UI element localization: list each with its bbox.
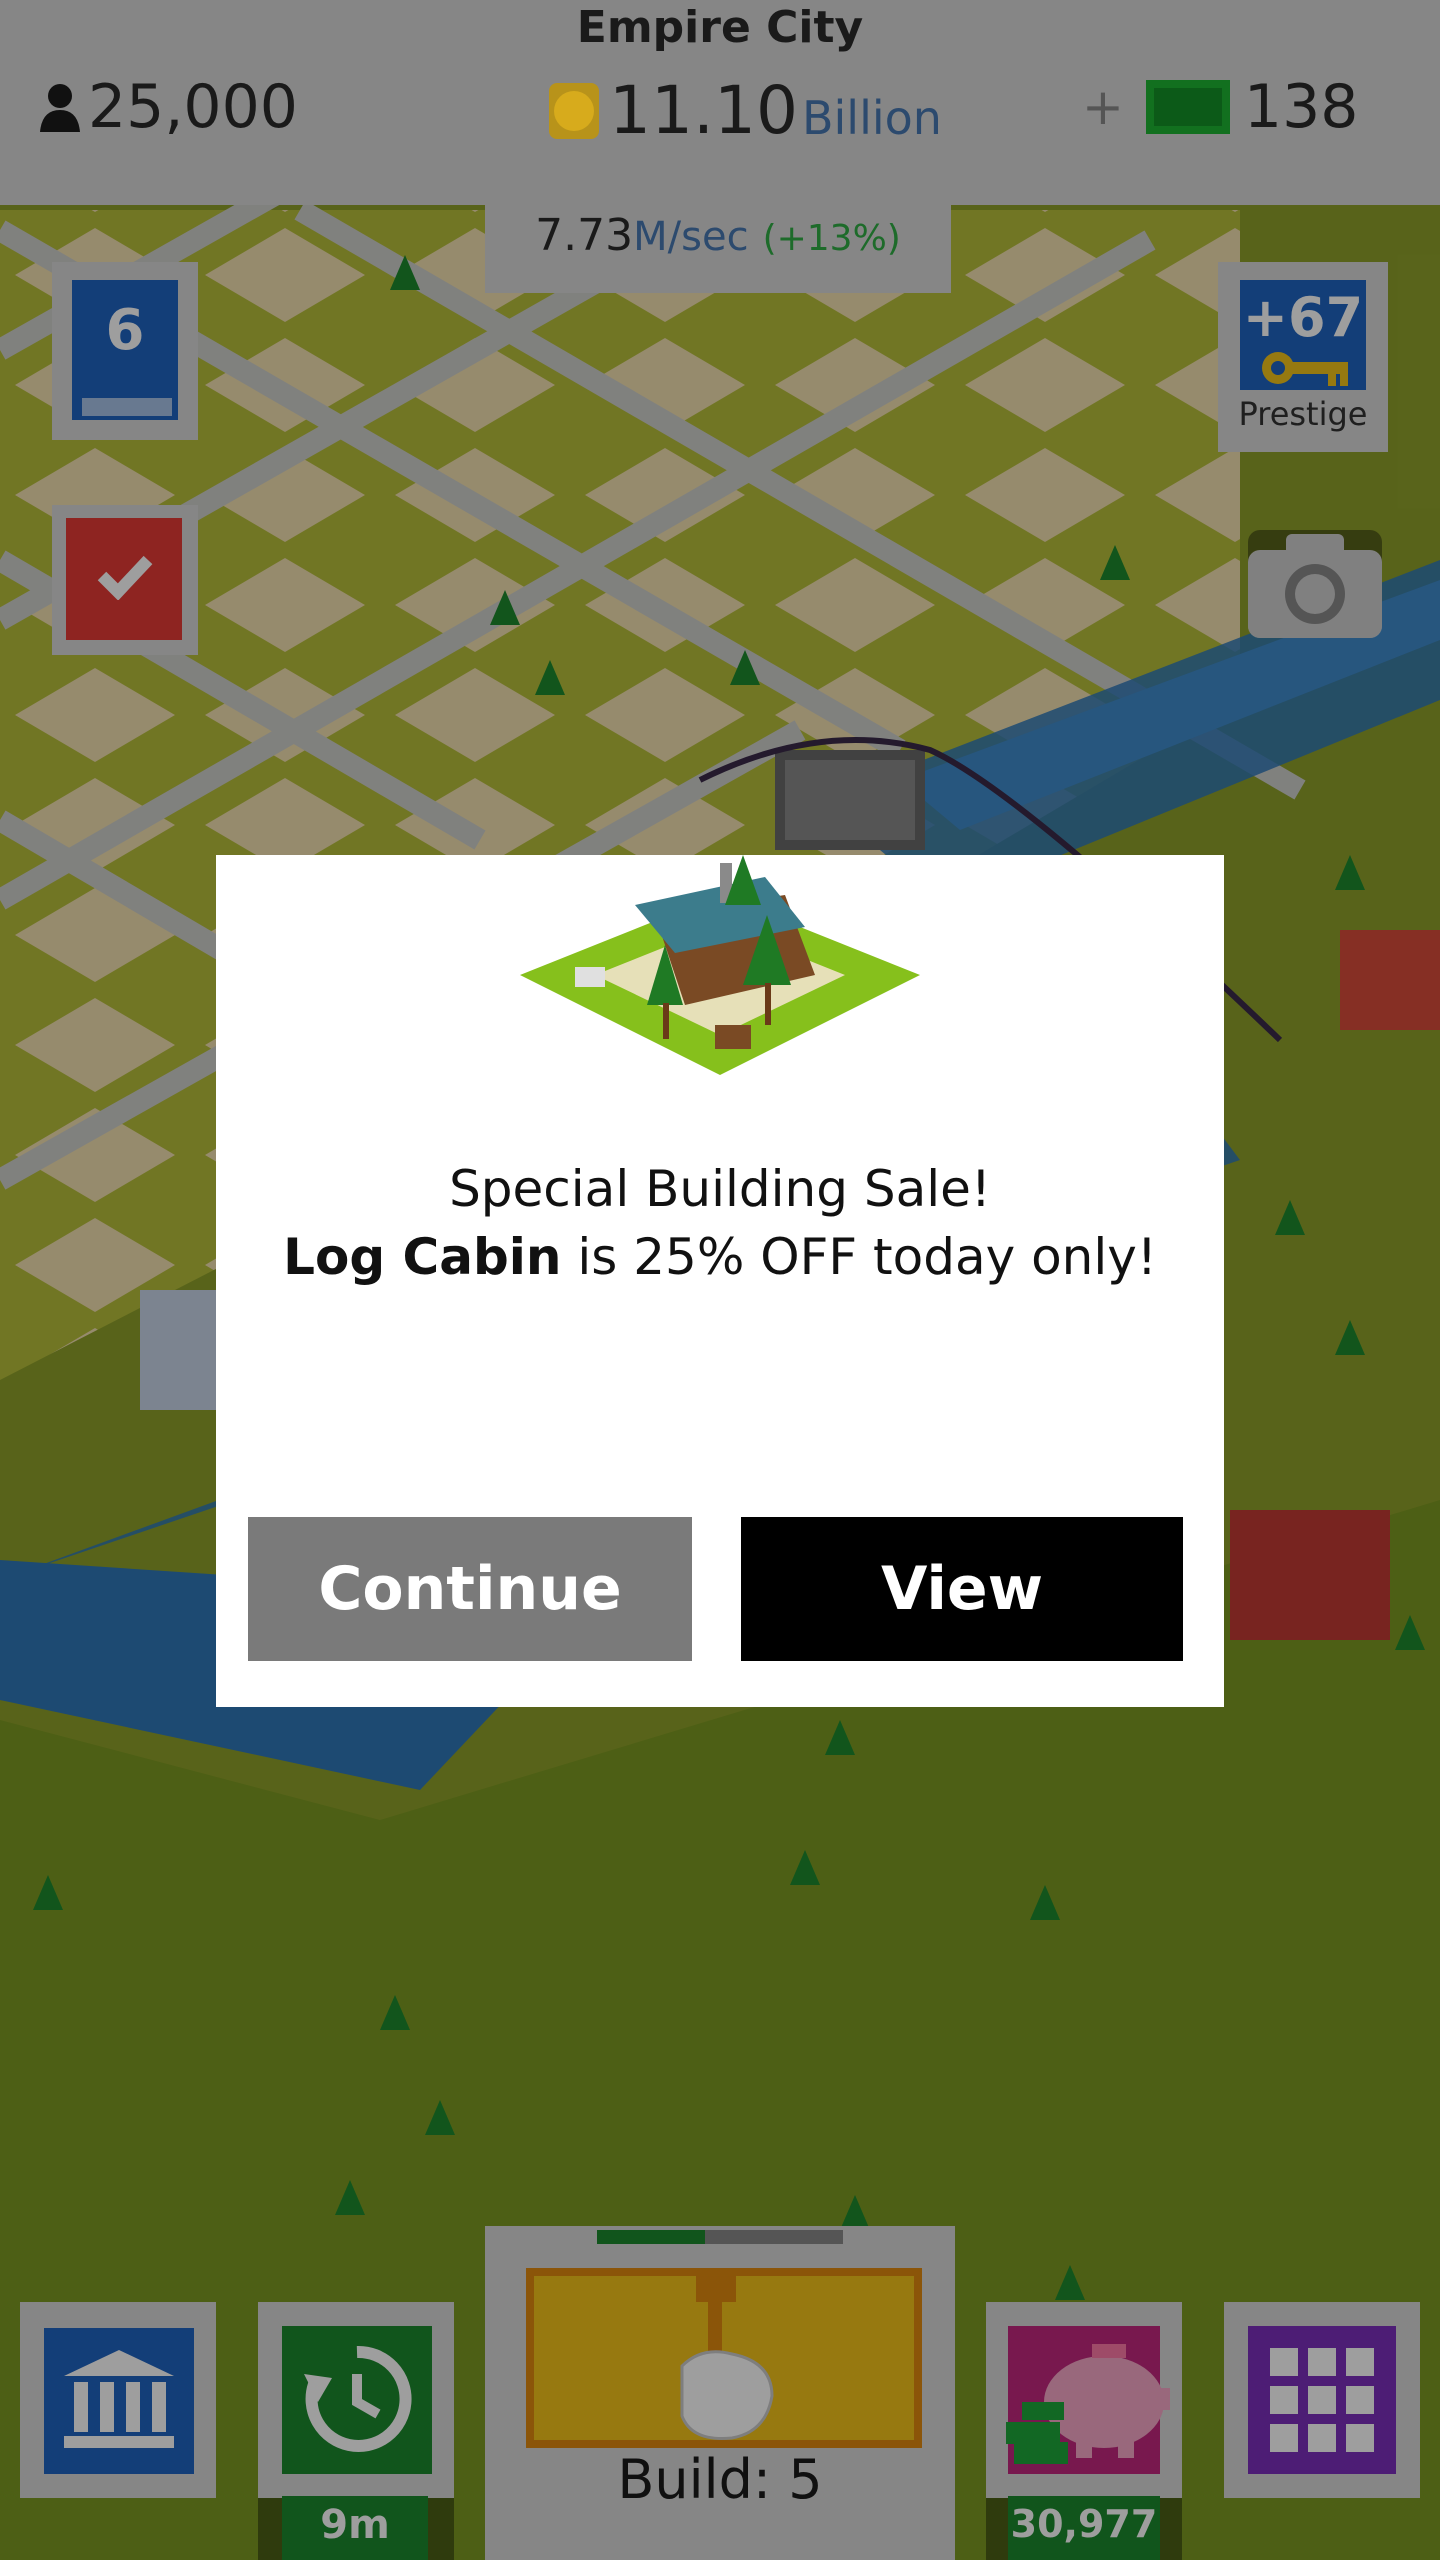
piggy-bank-dim: [986, 2302, 1182, 2560]
build-dim: [485, 2226, 955, 2560]
cash-value: 138: [1243, 72, 1359, 142]
rate-bonus: (+13%): [762, 218, 901, 259]
tasks-dim: [52, 505, 198, 655]
building-name: Log Cabin: [283, 1228, 562, 1286]
coins-value: 11.10: [609, 72, 798, 149]
sale-headline: Special Building Sale!: [449, 1160, 991, 1218]
continue-button[interactable]: Continue: [248, 1517, 692, 1661]
sale-description: Log Cabin is 25% OFF today only!: [216, 1228, 1224, 1286]
rate-value: 7.73: [535, 210, 634, 261]
sale-terms: is 25% OFF today only!: [561, 1228, 1157, 1286]
person-icon: [40, 84, 80, 132]
time-boost-dim: [258, 2302, 454, 2560]
population-value: 25,000: [88, 72, 298, 142]
cash-display[interactable]: + 138: [1082, 72, 1358, 142]
coins-unit: Billion: [801, 90, 942, 145]
level-dim: [52, 262, 198, 440]
rate-unit: M/sec: [633, 214, 749, 260]
add-cash-icon[interactable]: +: [1082, 78, 1124, 136]
log-cabin-image: [520, 855, 920, 1075]
view-button[interactable]: View: [741, 1517, 1183, 1661]
cash-icon: [1145, 80, 1230, 134]
coin-icon: [549, 82, 599, 139]
camera-dim: [1248, 530, 1382, 638]
menu-dim: [1224, 2302, 1420, 2498]
bank-dim: [20, 2302, 216, 2498]
population-display: 25,000: [38, 72, 298, 142]
income-rate: 7.73M/sec (+13%): [485, 210, 951, 261]
city-name: Empire City: [576, 2, 864, 53]
prestige-dim: [1218, 262, 1388, 452]
coins-display: 11.10 Billion: [545, 72, 942, 149]
